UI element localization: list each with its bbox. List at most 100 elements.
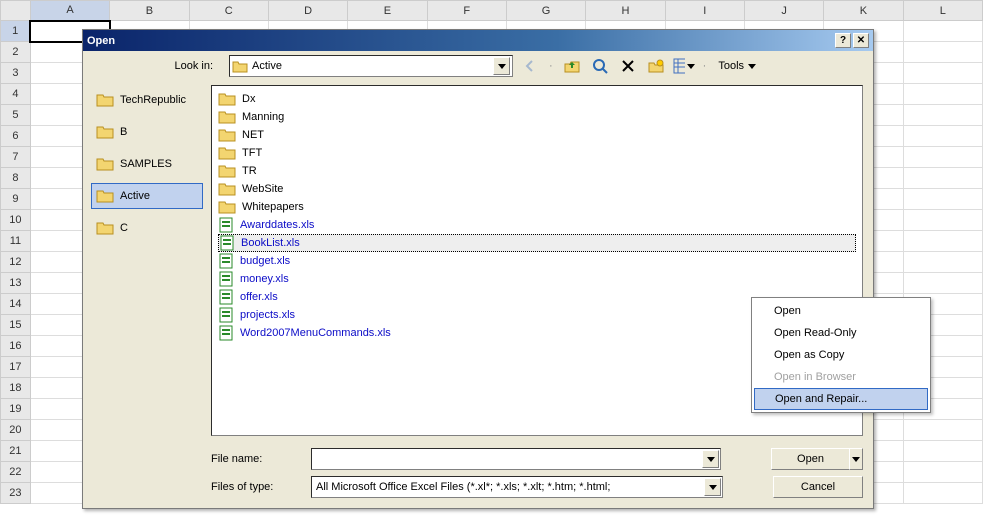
views-button[interactable]: [673, 55, 695, 77]
file-item[interactable]: WebSite: [218, 180, 856, 198]
xls-file-icon: [218, 271, 234, 287]
file-item[interactable]: money.xls: [218, 270, 856, 288]
column-header[interactable]: E: [348, 1, 427, 21]
select-all-corner[interactable]: [1, 1, 31, 21]
file-item[interactable]: budget.xls: [218, 252, 856, 270]
file-item[interactable]: NET: [218, 126, 856, 144]
file-item[interactable]: Dx: [218, 90, 856, 108]
cell[interactable]: [903, 105, 982, 126]
column-header[interactable]: J: [744, 1, 823, 21]
help-button[interactable]: ?: [835, 33, 851, 48]
tools-menu[interactable]: Tools: [714, 55, 760, 77]
row-header[interactable]: 5: [1, 105, 31, 126]
row-header[interactable]: 4: [1, 84, 31, 105]
menu-item[interactable]: Open: [754, 300, 928, 322]
menu-item[interactable]: Open and Repair...: [754, 388, 928, 410]
row-header[interactable]: 7: [1, 147, 31, 168]
filetype-dropdown-button[interactable]: [704, 478, 721, 496]
cell[interactable]: [903, 483, 982, 504]
row-header[interactable]: 18: [1, 378, 31, 399]
places-item[interactable]: Active: [91, 183, 203, 209]
row-header[interactable]: 13: [1, 273, 31, 294]
close-button[interactable]: ✕: [853, 33, 869, 48]
open-button[interactable]: Open: [771, 448, 849, 470]
column-header[interactable]: B: [110, 1, 189, 21]
row-header[interactable]: 21: [1, 441, 31, 462]
cell[interactable]: [903, 231, 982, 252]
column-header[interactable]: H: [586, 1, 665, 21]
column-header[interactable]: C: [189, 1, 268, 21]
row-header[interactable]: 15: [1, 315, 31, 336]
row-header[interactable]: 2: [1, 42, 31, 63]
filename-input[interactable]: [311, 448, 721, 470]
cell[interactable]: [903, 84, 982, 105]
row-header[interactable]: 8: [1, 168, 31, 189]
row-header[interactable]: 11: [1, 231, 31, 252]
up-one-level-button[interactable]: [561, 55, 583, 77]
column-header[interactable]: F: [427, 1, 506, 21]
places-item[interactable]: C: [91, 215, 203, 241]
column-header[interactable]: L: [903, 1, 982, 21]
lookin-dropdown[interactable]: Active: [229, 55, 513, 77]
row-header[interactable]: 3: [1, 63, 31, 84]
row-header[interactable]: 1: [1, 21, 31, 42]
cell[interactable]: [903, 189, 982, 210]
row-header[interactable]: 22: [1, 462, 31, 483]
row-header[interactable]: 19: [1, 399, 31, 420]
file-item[interactable]: Manning: [218, 108, 856, 126]
places-item[interactable]: SAMPLES: [91, 151, 203, 177]
open-button-arrow[interactable]: [849, 448, 863, 470]
cell[interactable]: [903, 462, 982, 483]
menu-item[interactable]: Open as Copy: [754, 344, 928, 366]
file-item[interactable]: BookList.xls: [218, 234, 856, 252]
row-header[interactable]: 9: [1, 189, 31, 210]
places-item[interactable]: TechRepublic: [91, 87, 203, 113]
column-header[interactable]: I: [665, 1, 744, 21]
row-header[interactable]: 16: [1, 336, 31, 357]
cell[interactable]: [903, 420, 982, 441]
menu-item-label: Open in Browser: [774, 371, 856, 383]
folder-icon: [218, 145, 236, 161]
row-header[interactable]: 14: [1, 294, 31, 315]
cell[interactable]: [903, 210, 982, 231]
file-item[interactable]: TR: [218, 162, 856, 180]
row-header[interactable]: 12: [1, 252, 31, 273]
filename-dropdown-button[interactable]: [702, 450, 719, 468]
places-item[interactable]: B: [91, 119, 203, 145]
cell[interactable]: [903, 273, 982, 294]
xls-file-icon: [218, 289, 234, 305]
column-header[interactable]: A: [30, 1, 109, 21]
file-item-name: Whitepapers: [242, 201, 304, 213]
cell[interactable]: [903, 63, 982, 84]
xls-file-icon: [219, 235, 235, 251]
cell[interactable]: [903, 42, 982, 63]
folder-icon: [232, 59, 248, 73]
filetype-dropdown[interactable]: All Microsoft Office Excel Files (*.xl*;…: [311, 476, 723, 498]
lookin-dropdown-button[interactable]: [493, 57, 510, 75]
column-header[interactable]: D: [268, 1, 347, 21]
cancel-button[interactable]: Cancel: [773, 476, 863, 498]
cell[interactable]: [903, 441, 982, 462]
row-header[interactable]: 6: [1, 126, 31, 147]
file-item[interactable]: Whitepapers: [218, 198, 856, 216]
cell[interactable]: [903, 147, 982, 168]
new-folder-button[interactable]: [645, 55, 667, 77]
xls-file-icon: [218, 217, 234, 233]
cell[interactable]: [903, 252, 982, 273]
column-header[interactable]: K: [824, 1, 903, 21]
file-item[interactable]: Awarddates.xls: [218, 216, 856, 234]
row-header[interactable]: 23: [1, 483, 31, 504]
row-header[interactable]: 17: [1, 357, 31, 378]
cell[interactable]: [903, 21, 982, 42]
file-item[interactable]: TFT: [218, 144, 856, 162]
back-button[interactable]: [519, 55, 541, 77]
row-header[interactable]: 10: [1, 210, 31, 231]
row-header[interactable]: 20: [1, 420, 31, 441]
column-header[interactable]: G: [506, 1, 585, 21]
search-web-button[interactable]: [589, 55, 611, 77]
cell[interactable]: [903, 168, 982, 189]
open-button-split[interactable]: Open: [771, 448, 863, 470]
delete-button[interactable]: [617, 55, 639, 77]
menu-item[interactable]: Open Read-Only: [754, 322, 928, 344]
cell[interactable]: [903, 126, 982, 147]
